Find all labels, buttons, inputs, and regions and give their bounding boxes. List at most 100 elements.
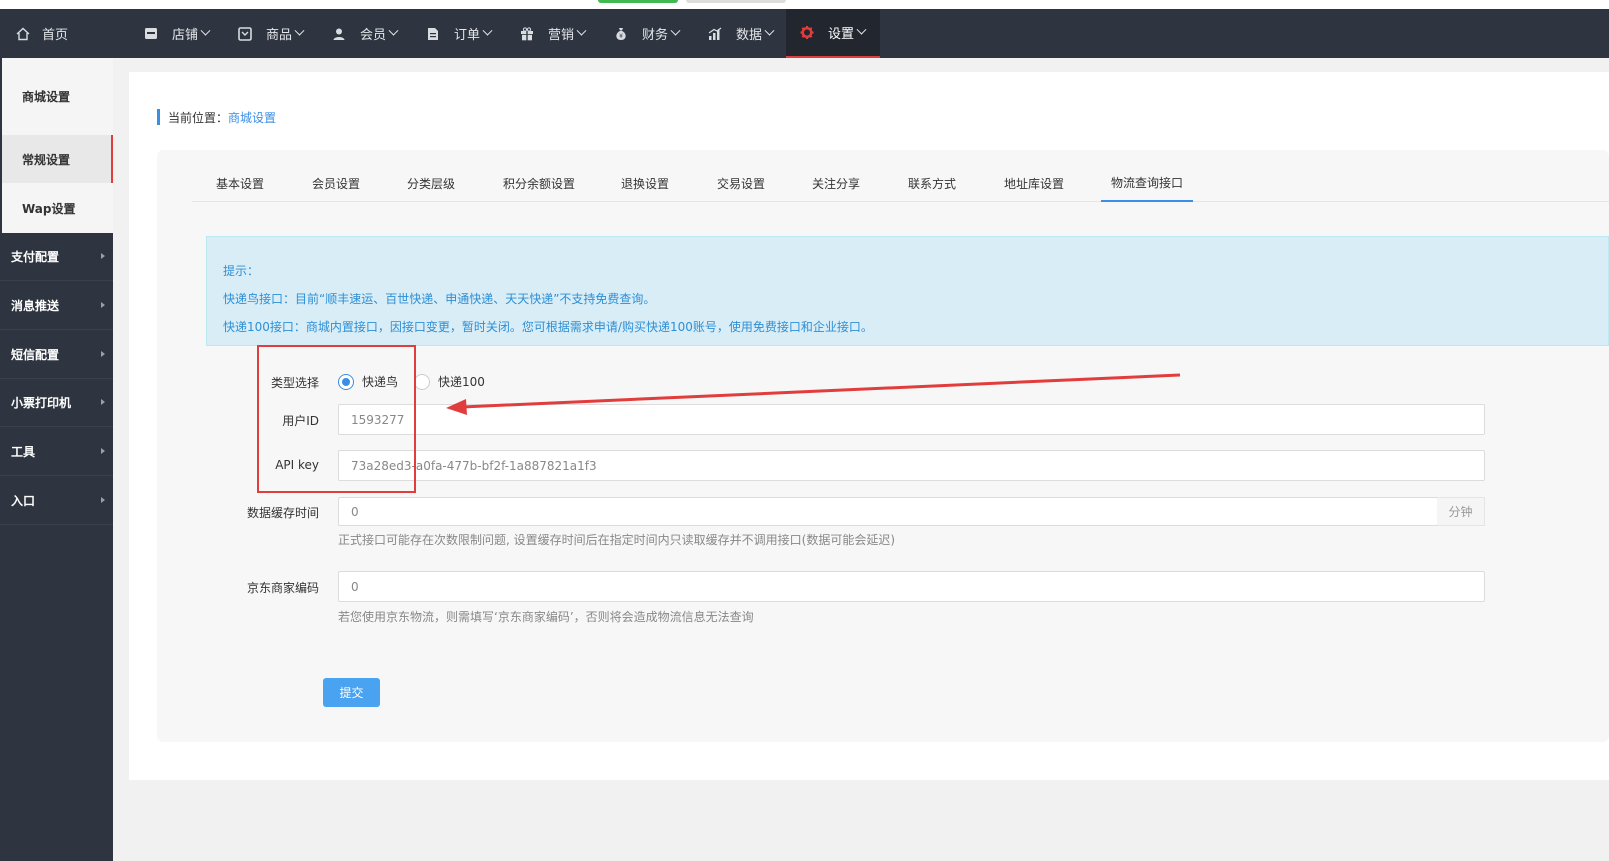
nav-goods-label: 商品 <box>266 28 293 43</box>
cache-time-label: 数据缓存时间 <box>246 506 319 520</box>
caret-right-icon <box>101 448 105 454</box>
tab-return[interactable]: 退换设置 <box>621 165 669 202</box>
breadcrumb-prefix: 当前位置： <box>168 110 229 125</box>
tab-address[interactable]: 地址库设置 <box>1004 165 1064 202</box>
store-icon <box>144 27 158 41</box>
nav-store-label: 店铺 <box>172 28 199 43</box>
sidebar-item-payment[interactable]: 支付配置 <box>0 232 113 280</box>
tab-label: 物流查询接口 <box>1111 176 1184 190</box>
nav-goods[interactable]: 商品 <box>238 9 305 58</box>
nav-finance-label: 财务 <box>642 28 669 43</box>
sidebar-item-entry[interactable]: 入口 <box>0 476 113 524</box>
radio-kuaidi100[interactable]: 快递100 <box>414 373 485 390</box>
nav-store[interactable]: 店铺 <box>144 9 211 58</box>
sidebar-item-label: 入口 <box>11 493 36 508</box>
jd-code-value: 0 <box>351 579 359 594</box>
caret-right-icon <box>101 399 105 405</box>
tab-trade[interactable]: 交易设置 <box>717 165 765 202</box>
tab-category[interactable]: 分类层级 <box>407 165 455 202</box>
sidebar-item-tools[interactable]: 工具 <box>0 427 113 475</box>
sidebar-item-label: 工具 <box>11 444 36 459</box>
chevron-down-icon <box>670 25 681 36</box>
sidebar-item-label: 支付配置 <box>11 249 60 264</box>
sidebar-item-sms[interactable]: 短信配置 <box>0 330 113 378</box>
tab-contact[interactable]: 联系方式 <box>908 165 956 202</box>
sidebar-item-label: 常规设置 <box>22 152 71 167</box>
nav-order[interactable]: 订单 <box>426 9 493 58</box>
sidebar-item-general-settings[interactable]: 常规设置 <box>2 135 113 183</box>
tab-bar: 基本设置 会员设置 分类层级 积分余额设置 退换设置 交易设置 关注分享 联系方… <box>192 165 1609 202</box>
nav-marketing[interactable]: 营销 <box>520 9 587 58</box>
sidebar: 商城设置 常规设置 Wap设置 支付配置 消息推送 短信配置 小票打印机 工具 … <box>0 58 113 861</box>
nav-member-label: 会员 <box>360 28 387 43</box>
tab-basic[interactable]: 基本设置 <box>216 165 264 202</box>
chevron-down-icon <box>856 24 867 35</box>
nav-data[interactable]: 数据 <box>708 9 775 58</box>
money-bag-icon: ¥ <box>614 27 628 41</box>
gear-icon <box>800 25 814 40</box>
tab-label: 退换设置 <box>621 177 670 191</box>
sidebar-item-label: 小票打印机 <box>11 395 72 410</box>
tab-logistics[interactable]: 物流查询接口 <box>1101 165 1194 202</box>
tab-label: 关注分享 <box>812 177 861 191</box>
sidebar-item-wap-settings[interactable]: Wap设置 <box>2 184 113 232</box>
chevron-down-icon <box>764 25 775 36</box>
top-green-button[interactable] <box>598 0 678 3</box>
api-key-input[interactable]: 73a28ed3-a0fa-477b-bf2f-1a887821a1f3 <box>338 450 1485 481</box>
gift-icon <box>520 26 534 41</box>
chevron-down-icon <box>388 25 399 36</box>
caret-right-icon <box>101 497 105 503</box>
tip-line-1: 快递鸟接口：目前“顺丰速运、百世快递、申通快递、天天快递”不支持免费查询。 <box>223 292 656 306</box>
nav-finance[interactable]: ¥ 财务 <box>614 9 681 58</box>
chart-icon <box>708 27 722 41</box>
nav-settings-label: 设置 <box>828 27 855 42</box>
submit-button[interactable]: 提交 <box>323 678 380 707</box>
top-nav: 首页 店铺 商品 会员 订单 营销 ¥ 财务 数据 设置 <box>0 9 1609 58</box>
sidebar-item-printer[interactable]: 小票打印机 <box>0 378 113 426</box>
chevron-down-icon <box>294 25 305 36</box>
caret-right-icon <box>101 302 105 308</box>
top-white-button[interactable] <box>686 0 786 3</box>
home-icon <box>16 27 30 41</box>
nav-order-label: 订单 <box>454 28 481 43</box>
radio-dot <box>414 373 430 390</box>
sidebar-item-label: 短信配置 <box>11 347 60 362</box>
jd-code-input[interactable]: 0 <box>338 571 1485 602</box>
chevron-down-icon <box>576 25 587 36</box>
jd-code-label: 京东商家编码 <box>246 581 319 595</box>
tip-box: 提示： 快递鸟接口：目前“顺丰速运、百世快递、申通快递、天天快递”不支持免费查询… <box>206 236 1609 346</box>
svg-text:¥: ¥ <box>619 33 623 40</box>
tip-title: 提示： <box>223 264 260 278</box>
tab-label: 联系方式 <box>908 177 957 191</box>
sidebar-item-mall-settings[interactable]: 商城设置 <box>2 72 113 120</box>
tab-share[interactable]: 关注分享 <box>812 165 860 202</box>
cache-time-input[interactable]: 0 <box>338 497 1438 526</box>
nav-home-label: 首页 <box>42 28 69 43</box>
caret-right-icon <box>101 253 105 259</box>
nav-marketing-label: 营销 <box>548 28 575 43</box>
goods-icon <box>238 26 252 41</box>
cache-unit-addon: 分钟 <box>1437 497 1485 526</box>
chevron-down-icon <box>200 25 211 36</box>
jd-help-text: 若您使用京东物流，则需填写‘京东商家编码’，否则将会造成物流信息无法查询 <box>338 610 754 624</box>
sidebar-item-label: 消息推送 <box>11 298 60 313</box>
nav-home[interactable]: 首页 <box>16 9 68 58</box>
breadcrumb-current[interactable]: 商城设置 <box>228 109 276 126</box>
sidebar-item-label: 商城设置 <box>22 89 71 104</box>
radio-label: 快递100 <box>438 375 485 389</box>
cache-help-text: 正式接口可能存在次数限制问题, 设置缓存时间后在指定时间内只读取缓存并不调用接口… <box>338 533 895 547</box>
nav-member[interactable]: 会员 <box>332 9 399 58</box>
tab-label: 交易设置 <box>717 177 766 191</box>
document-icon <box>426 27 440 41</box>
breadcrumb: 当前位置： 商城设置 <box>157 109 276 125</box>
nav-settings[interactable]: 设置 <box>786 9 880 58</box>
divider <box>0 524 113 525</box>
tab-label: 会员设置 <box>312 177 361 191</box>
annotation-highlight-box <box>257 345 416 493</box>
sidebar-item-push[interactable]: 消息推送 <box>0 281 113 329</box>
user-id-input[interactable]: 1593277 <box>338 404 1485 435</box>
tab-member[interactable]: 会员设置 <box>312 165 360 202</box>
tab-points[interactable]: 积分余额设置 <box>503 165 575 202</box>
sidebar-item-label: Wap设置 <box>22 201 76 216</box>
tab-label: 积分余额设置 <box>503 177 576 191</box>
